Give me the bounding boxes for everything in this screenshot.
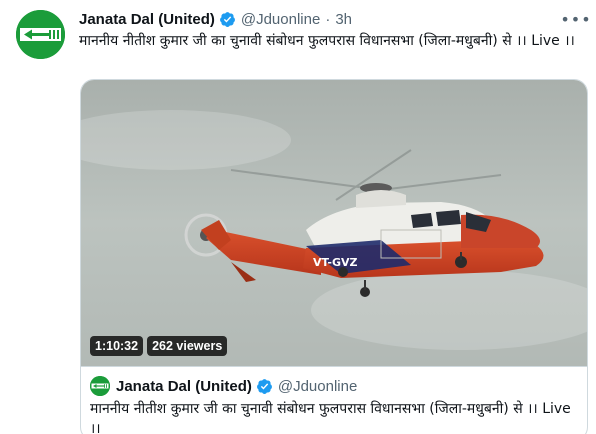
tweet[interactable]: Janata Dal (United) @Jduonline · 3h ••• … (0, 0, 596, 434)
quoted-broadcast[interactable]: Janata Dal (United) @Jduonline माननीय नी… (81, 366, 587, 434)
jdu-arrow-logo-icon (16, 10, 65, 59)
registration-text: VT-GVZ (313, 256, 358, 269)
profile-avatar[interactable] (16, 10, 65, 59)
live-video-media[interactable]: VT-GVZ 1:10:32 262 viewers (81, 80, 587, 366)
separator-dot: · (325, 10, 331, 28)
video-duration-badge: 1:10:32 (90, 336, 144, 356)
quoted-avatar (90, 376, 110, 396)
tweet-timestamp[interactable]: 3h (335, 11, 352, 28)
tweet-text: माननीय नीतीश कुमार जी का चुनावी संबोधन फ… (79, 33, 575, 49)
quoted-author-name: Janata Dal (United) (116, 377, 252, 395)
tweet-header: Janata Dal (United) @Jduonline · 3h ••• (79, 9, 591, 29)
quoted-text: माननीय नीतीश कुमार जी का चुनावी संबोधन फ… (90, 401, 571, 434)
author-handle[interactable]: @Jduonline (241, 11, 320, 28)
more-options-icon[interactable]: ••• (560, 9, 590, 29)
helicopter-video-frame: VT-GVZ (81, 80, 587, 366)
embedded-live-card[interactable]: VT-GVZ 1:10:32 262 viewers Janata Dal (U… (80, 79, 588, 434)
verified-badge-icon (219, 11, 235, 27)
quoted-author-handle: @Jduonline (277, 377, 358, 395)
verified-badge-icon (256, 378, 272, 394)
viewer-count-badge: 262 viewers (147, 336, 228, 356)
jdu-arrow-logo-icon (90, 376, 110, 396)
video-overlay-badges: 1:10:32 262 viewers (90, 336, 228, 356)
author-name[interactable]: Janata Dal (United) (79, 11, 215, 28)
quoted-header: Janata Dal (United) @Jduonline (90, 375, 575, 397)
